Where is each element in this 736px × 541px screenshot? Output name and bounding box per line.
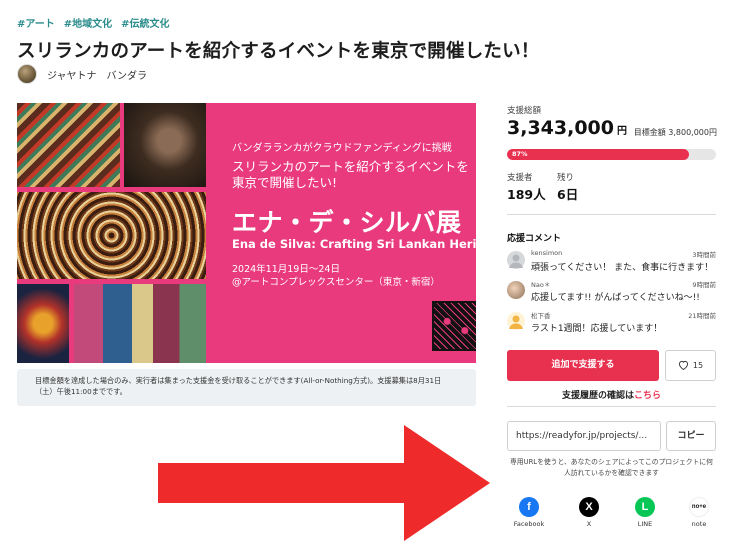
share-x[interactable]: X X bbox=[569, 497, 609, 528]
comments-title: 応援コメント bbox=[507, 234, 562, 244]
total-amount: 3,343,000 円 bbox=[507, 117, 627, 139]
hero-headline: エナ・デ・シルバ展 bbox=[232, 208, 462, 237]
comment-text: 応援してます!! がんばってくださいね〜!! bbox=[531, 293, 700, 303]
share-url-field[interactable]: https://readyfor.jp/projects/... bbox=[507, 421, 661, 451]
share-label: X bbox=[586, 520, 592, 528]
favorite-button[interactable]: 15 bbox=[665, 350, 716, 381]
history-link[interactable]: こちら bbox=[634, 391, 661, 401]
x-icon: X bbox=[579, 497, 599, 517]
tag-art[interactable]: #アート bbox=[17, 15, 55, 30]
comment-time: 3時間前 bbox=[692, 251, 716, 259]
papercut-artwork bbox=[432, 301, 476, 351]
comment-time: 9時間前 bbox=[692, 281, 716, 289]
artwork-tile bbox=[124, 103, 206, 187]
comment-item[interactable]: 松下香 21時間前 ラスト1週間！応援しています！ bbox=[507, 310, 716, 338]
share-note: 専用URLを使うと、あなたのシェアによってこのプロジェクトに何人訪れているかを確… bbox=[510, 458, 713, 477]
hero-image: バンダラランカがクラウドファンディングに挑戦 スリランカのアートを紹介するイベン… bbox=[17, 103, 476, 363]
support-history: 支援履歴の確認はこちら bbox=[507, 388, 716, 401]
hero-date: 2024年11月19日〜24日 @アートコンプレックスセンター（東京・新宿） bbox=[232, 263, 440, 289]
copy-button[interactable]: コピー bbox=[666, 421, 716, 451]
artwork-tile bbox=[17, 192, 206, 279]
remaining-days: 6日 bbox=[557, 187, 579, 202]
line-icon: L bbox=[635, 497, 655, 517]
heart-icon bbox=[678, 360, 689, 372]
project-owner[interactable]: ジャヤトナ バンダラ bbox=[17, 64, 147, 84]
history-text: 支援履歴の確認は bbox=[561, 391, 634, 401]
hero-english-title: Ena de Silva: Crafting Sri Lankan Herita… bbox=[232, 237, 476, 251]
commenter-name: Nao＊ bbox=[531, 281, 551, 289]
artwork-tile bbox=[17, 103, 120, 187]
share-label: Facebook bbox=[513, 520, 545, 528]
tag-regional-culture[interactable]: #地域文化 bbox=[64, 15, 112, 30]
share-note-app[interactable]: no+e note bbox=[679, 497, 719, 528]
divider bbox=[507, 214, 716, 215]
commenter-avatar bbox=[507, 251, 525, 269]
comment-time: 21時間前 bbox=[688, 312, 716, 320]
comment-item[interactable]: Nao＊ 9時間前 応援してます!! がんばってくださいね〜!! bbox=[507, 279, 716, 307]
facebook-icon: f bbox=[519, 497, 539, 517]
hero-venue-line: @アートコンプレックスセンター（東京・新宿） bbox=[232, 277, 440, 288]
comment-text: ラスト1週間！応援しています！ bbox=[531, 324, 663, 334]
tag-list: #アート #地域文化 #伝統文化 bbox=[17, 15, 170, 30]
progress-bar: 87% bbox=[507, 149, 716, 160]
goal-amount: 目標金額 3,800,000円 bbox=[633, 128, 717, 137]
supporters-count: 189人 bbox=[507, 187, 546, 202]
artwork-tile bbox=[17, 284, 69, 363]
note-icon: no+e bbox=[689, 497, 709, 517]
comment-item[interactable]: kensimon 3時間前 頑張ってください！ また、食事に行きます！ bbox=[507, 249, 716, 277]
commenter-avatar bbox=[507, 312, 525, 330]
hero-date-line: 2024年11月19日〜24日 bbox=[232, 264, 340, 275]
total-label: 支援総額 bbox=[507, 106, 542, 116]
share-line[interactable]: L LINE bbox=[625, 497, 665, 528]
artwork-tile bbox=[74, 284, 206, 363]
share-facebook[interactable]: f Facebook bbox=[509, 497, 549, 528]
all-or-nothing-notice: 目標金額を達成した場合のみ、実行者は集まった支援金を受け取ることができます(Al… bbox=[17, 369, 476, 406]
total-value: 3,343,000 bbox=[507, 117, 614, 139]
owner-name: ジャヤトナ バンダラ bbox=[47, 70, 147, 82]
page-title: スリランカのアートを紹介するイベントを東京で開催したい！ bbox=[17, 41, 540, 62]
owner-avatar bbox=[17, 64, 37, 84]
commenter-name: kensimon bbox=[531, 249, 563, 257]
share-label: LINE bbox=[637, 520, 653, 528]
hero-lead: スリランカのアートを紹介するイベントを東京で開催したい! bbox=[232, 159, 469, 190]
tag-traditional-culture[interactable]: #伝統文化 bbox=[121, 15, 169, 30]
red-arrow-annotation bbox=[158, 425, 490, 541]
share-label: note bbox=[691, 520, 707, 528]
commenter-name: 松下香 bbox=[531, 312, 551, 320]
support-button[interactable]: 追加で支援する bbox=[507, 350, 659, 381]
divider bbox=[507, 406, 716, 407]
comment-text: 頑張ってください！ また、食事に行きます！ bbox=[531, 263, 714, 273]
remaining-label: 残り bbox=[557, 173, 575, 183]
favorite-count: 15 bbox=[692, 361, 704, 370]
commenter-avatar bbox=[507, 281, 525, 299]
progress-fill: 87% bbox=[507, 149, 689, 160]
hero-subtitle: バンダラランカがクラウドファンディングに挑戦 bbox=[232, 143, 452, 154]
total-currency: 円 bbox=[616, 126, 627, 137]
supporters-label: 支援者 bbox=[507, 173, 533, 183]
